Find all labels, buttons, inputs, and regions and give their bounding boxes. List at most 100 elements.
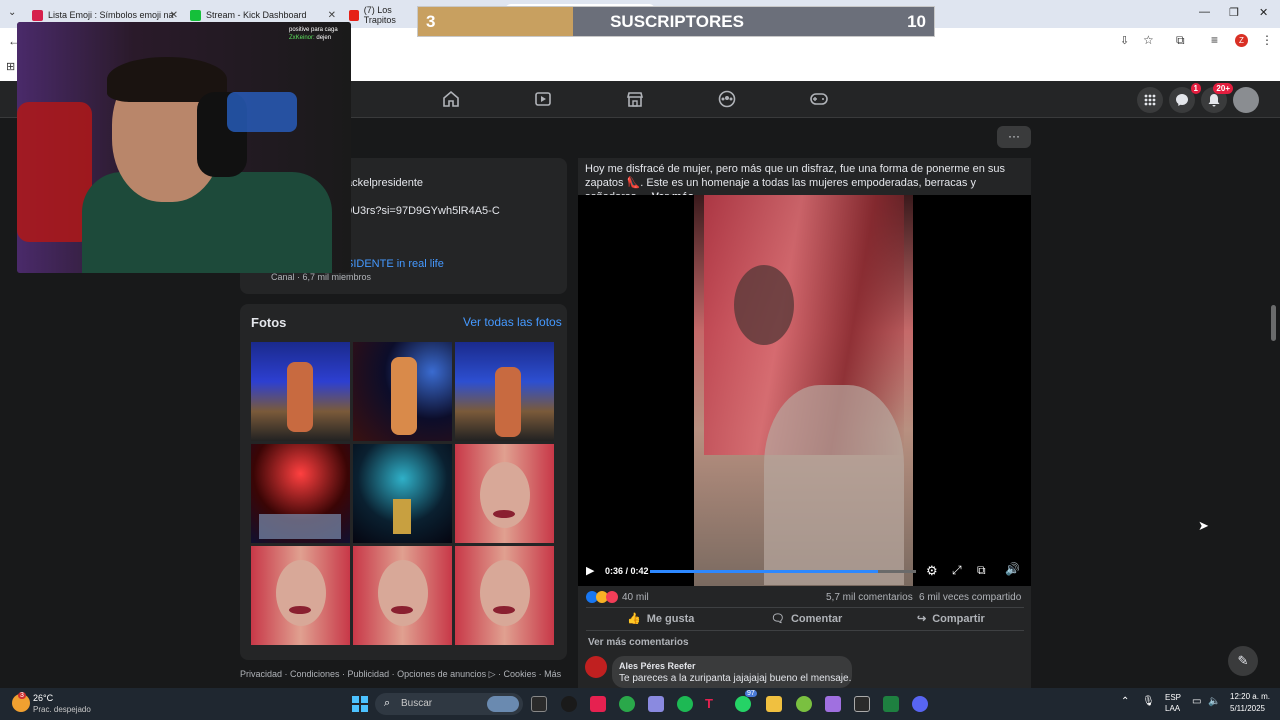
website-link[interactable]: 0U3rs?si=97D9GYwh5lR4A5-C xyxy=(346,205,500,217)
discord-icon[interactable] xyxy=(912,696,928,712)
obs-icon[interactable] xyxy=(561,696,577,712)
profile-avatar[interactable] xyxy=(1233,87,1259,113)
microphone-icon[interactable]: 🎙 xyxy=(1142,696,1155,707)
more-options-button[interactable]: ··· xyxy=(997,126,1031,148)
whatsapp-badge: 97 xyxy=(745,690,757,697)
comment-bubble-icon: 🗨 xyxy=(771,613,785,625)
gamepad-icon[interactable] xyxy=(825,696,841,712)
bookmark-star-icon[interactable]: ☆ xyxy=(1143,33,1154,47)
notifications-icon[interactable]: 20+ xyxy=(1201,83,1233,113)
comment-button[interactable]: 🗨 Comentar xyxy=(771,612,843,626)
messenger-icon[interactable]: 1 xyxy=(1169,83,1201,113)
photo-thumbnail[interactable] xyxy=(455,546,554,645)
menu-kebab-icon[interactable]: ⋮ xyxy=(1261,33,1273,47)
like-button[interactable]: 👍 Me gusta xyxy=(627,612,695,626)
taskbar-search[interactable]: ⌕ Buscar xyxy=(375,693,523,715)
weather-temp: 26°C xyxy=(33,693,54,703)
photo-thumbnail[interactable] xyxy=(455,342,554,441)
page-scrollbar[interactable] xyxy=(1271,305,1276,341)
speaker-icon[interactable]: 🔈 xyxy=(1208,696,1220,707)
photo-thumbnail[interactable] xyxy=(251,546,350,645)
footer-links[interactable]: Privacidad · Condiciones · Publicidad · … xyxy=(240,669,561,680)
thumbs-up-icon: 👍 xyxy=(627,613,641,625)
clock-time[interactable]: 12:20 a. m. xyxy=(1230,692,1270,701)
mouse-cursor-icon: ➤ xyxy=(1198,518,1209,533)
fullscreen-icon[interactable]: ⤢ xyxy=(952,563,962,578)
media-queue-icon[interactable]: ≡ xyxy=(1211,33,1218,47)
capcut-icon[interactable] xyxy=(854,696,870,712)
webcam-overlay: positive para caga ZxKeinor: dejen xyxy=(17,22,351,273)
minimize-icon[interactable]: — xyxy=(1199,6,1210,18)
chair-light xyxy=(227,92,297,132)
video-player[interactable]: ▶ 0:36 / 0:42 ⚙ ⤢ ⧉ 🔊 xyxy=(578,195,1031,586)
video-icon[interactable] xyxy=(532,89,554,109)
photo-thumbnail[interactable] xyxy=(353,444,452,543)
file-explorer-icon[interactable] xyxy=(766,696,782,712)
see-all-photos-link[interactable]: Ver todas las fotos xyxy=(463,315,562,329)
instagram-handle[interactable]: ackelpresidente xyxy=(346,177,423,189)
tab-youtube[interactable]: (7) Los Trapitos xyxy=(349,4,419,26)
photos-title: Fotos xyxy=(251,315,287,330)
play-icon[interactable]: ▶ xyxy=(586,564,594,577)
photo-thumbnail[interactable] xyxy=(455,444,554,543)
windows-start-icon[interactable] xyxy=(352,696,368,712)
photo-thumbnail[interactable] xyxy=(251,342,350,441)
close-window-icon[interactable]: ✕ xyxy=(1259,6,1268,19)
home-icon[interactable] xyxy=(440,89,462,109)
windows-taskbar: 3 26°C Prac. despejado ⌕ Buscar T 97 ⌃ 🎙… xyxy=(0,688,1280,720)
chrome-icon[interactable] xyxy=(619,696,635,712)
share-button[interactable]: ↪ Compartir xyxy=(917,612,985,626)
chevron-up-icon[interactable]: ⌃ xyxy=(1121,696,1129,707)
close-icon[interactable]: ✕ xyxy=(328,10,336,21)
search-highlight-image xyxy=(487,696,519,712)
subscriber-goal-overlay: 3 SUSCRIPTORES 10 xyxy=(417,6,935,37)
emoji-site-icon xyxy=(32,9,43,21)
close-icon[interactable]: ✕ xyxy=(170,10,178,21)
commenter-avatar[interactable] xyxy=(585,656,607,678)
profile-avatar[interactable]: Z xyxy=(1235,34,1248,47)
excel-icon[interactable] xyxy=(883,696,899,712)
whatsapp-icon[interactable] xyxy=(735,696,751,712)
love-reaction-icon xyxy=(606,591,618,603)
chat-overlay: positive para caga ZxKeinor: dejen xyxy=(289,26,351,64)
clock-date[interactable]: 5/11/2025 xyxy=(1230,704,1265,713)
language-code[interactable]: ESP xyxy=(1165,693,1181,702)
music-icon[interactable] xyxy=(648,696,664,712)
chat-line: positive para caga xyxy=(289,27,338,33)
photo-thumbnail[interactable] xyxy=(353,342,452,441)
photo-thumbnail[interactable] xyxy=(251,444,350,543)
share-arrow-icon: ↪ xyxy=(917,613,927,625)
task-view-icon[interactable] xyxy=(531,696,547,712)
tab-label: (7) Los Trapitos xyxy=(363,5,396,25)
tab-list-icon[interactable]: ⌄ xyxy=(8,7,16,18)
photo-thumbnail[interactable] xyxy=(353,546,452,645)
channel-link[interactable]: SIDENTE in real life xyxy=(346,258,444,270)
comment-label: Comentar xyxy=(790,612,843,625)
new-message-button[interactable]: ✎ xyxy=(1228,646,1258,676)
video-progress-track[interactable] xyxy=(650,570,916,573)
app-icon[interactable] xyxy=(796,696,812,712)
extensions-icon[interactable]: ⧉ xyxy=(1176,33,1185,48)
comments-count[interactable]: 5,7 mil comentarios xyxy=(826,592,913,603)
like-label: Me gusta xyxy=(646,612,695,625)
spotify-icon[interactable] xyxy=(677,696,693,712)
marketplace-icon[interactable] xyxy=(624,89,646,109)
view-more-comments-link[interactable]: Ver más comentarios xyxy=(588,637,689,648)
maximize-icon[interactable]: ❐ xyxy=(1229,6,1239,19)
install-icon[interactable]: ⇩ xyxy=(1120,34,1129,47)
groups-icon[interactable] xyxy=(716,89,738,109)
tiktok-icon[interactable] xyxy=(590,696,606,712)
reactions-summary[interactable]: 40 mil xyxy=(586,591,649,603)
shares-count[interactable]: 6 mil veces compartido xyxy=(919,592,1021,603)
gaming-icon[interactable] xyxy=(808,89,830,109)
volume-icon[interactable]: 🔊 xyxy=(1005,562,1020,576)
comment-author[interactable]: Ales Péres Reefer xyxy=(619,661,696,671)
menu-grid-icon[interactable] xyxy=(1137,87,1163,113)
tiktok-live-icon[interactable]: T xyxy=(705,696,721,712)
keyboard-layout[interactable]: LAA xyxy=(1165,704,1180,713)
settings-gear-icon[interactable]: ⚙ xyxy=(926,563,938,579)
subscriber-goal: 10 xyxy=(907,12,926,31)
picture-in-picture-icon[interactable]: ⧉ xyxy=(977,563,986,578)
network-icon[interactable]: ▭ xyxy=(1192,696,1201,707)
apps-grid-icon[interactable]: ⊞ xyxy=(6,60,15,73)
